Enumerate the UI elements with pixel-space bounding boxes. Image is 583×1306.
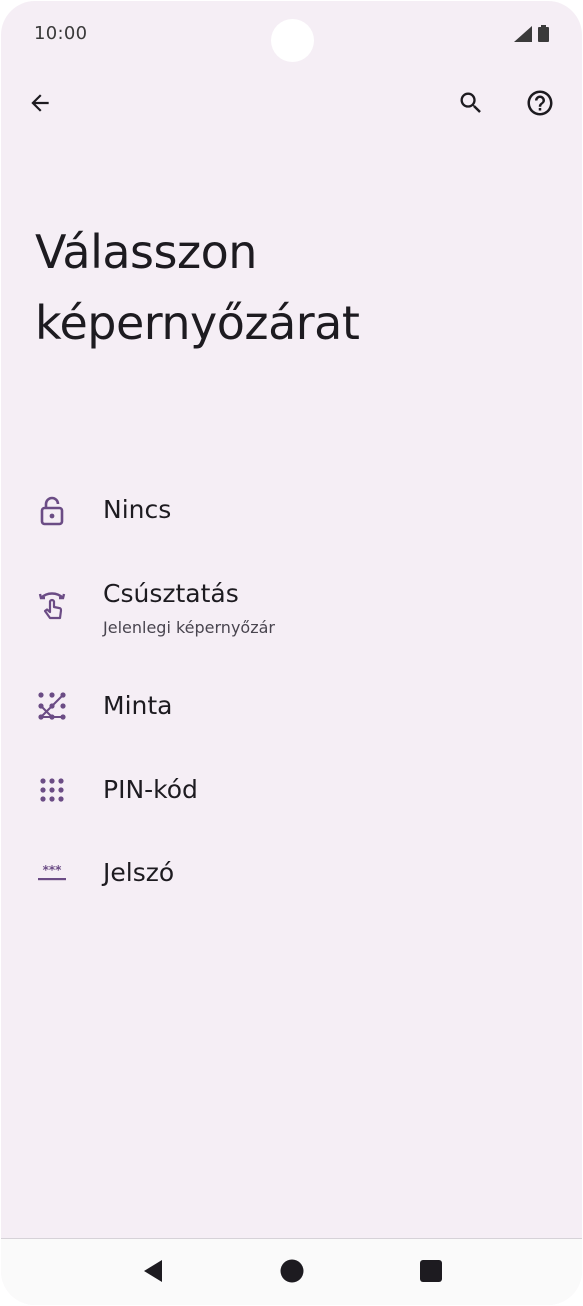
top-app-bar bbox=[1, 75, 582, 135]
pin-dialpad-icon bbox=[37, 775, 67, 805]
battery-icon bbox=[538, 25, 549, 46]
help-button[interactable] bbox=[516, 81, 564, 129]
arrow-back-icon bbox=[27, 90, 53, 120]
nav-recents-icon bbox=[420, 1260, 442, 1286]
nav-recents-button[interactable] bbox=[411, 1253, 451, 1293]
camera-cutout bbox=[271, 19, 314, 62]
option-swipe[interactable]: Csúsztatás Jelenlegi képernyőzár bbox=[1, 569, 582, 657]
page-title: Válasszon képernyőzárat bbox=[35, 217, 555, 359]
option-label: PIN-kód bbox=[103, 775, 198, 804]
cellular-signal-icon bbox=[514, 25, 532, 46]
nav-back-button[interactable] bbox=[133, 1253, 173, 1293]
search-button[interactable] bbox=[447, 81, 495, 129]
lock-open-icon bbox=[37, 496, 67, 526]
svg-text:***: *** bbox=[43, 863, 63, 877]
status-bar: 10:00 bbox=[1, 1, 582, 65]
password-icon: *** bbox=[37, 858, 67, 888]
option-sublabel: Jelenlegi képernyőzár bbox=[103, 618, 275, 637]
navigation-bar bbox=[1, 1238, 582, 1305]
search-icon bbox=[457, 89, 485, 121]
nav-home-icon bbox=[280, 1259, 304, 1287]
option-pin[interactable]: PIN-kód bbox=[1, 759, 582, 825]
option-label: Jelszó bbox=[103, 858, 175, 887]
swipe-icon bbox=[37, 591, 67, 621]
page-title-line-1: Válasszon bbox=[35, 225, 257, 279]
screen: 10:00 Válasszon képernyőzárat Nincs Csús… bbox=[1, 1, 582, 1305]
status-time: 10:00 bbox=[34, 23, 88, 44]
help-icon bbox=[525, 88, 555, 122]
option-none[interactable]: Nincs bbox=[1, 469, 582, 553]
page-title-line-2: képernyőzárat bbox=[35, 296, 360, 350]
option-label: Csúsztatás bbox=[103, 579, 239, 608]
status-icons bbox=[514, 25, 549, 46]
pattern-icon bbox=[37, 691, 67, 721]
option-label: Minta bbox=[103, 691, 173, 720]
option-label: Nincs bbox=[103, 495, 172, 524]
nav-back-icon bbox=[142, 1259, 164, 1287]
nav-home-button[interactable] bbox=[272, 1253, 312, 1293]
back-button[interactable] bbox=[16, 81, 64, 129]
option-password[interactable]: *** Jelszó bbox=[1, 842, 582, 908]
option-pattern[interactable]: Minta bbox=[1, 675, 582, 741]
